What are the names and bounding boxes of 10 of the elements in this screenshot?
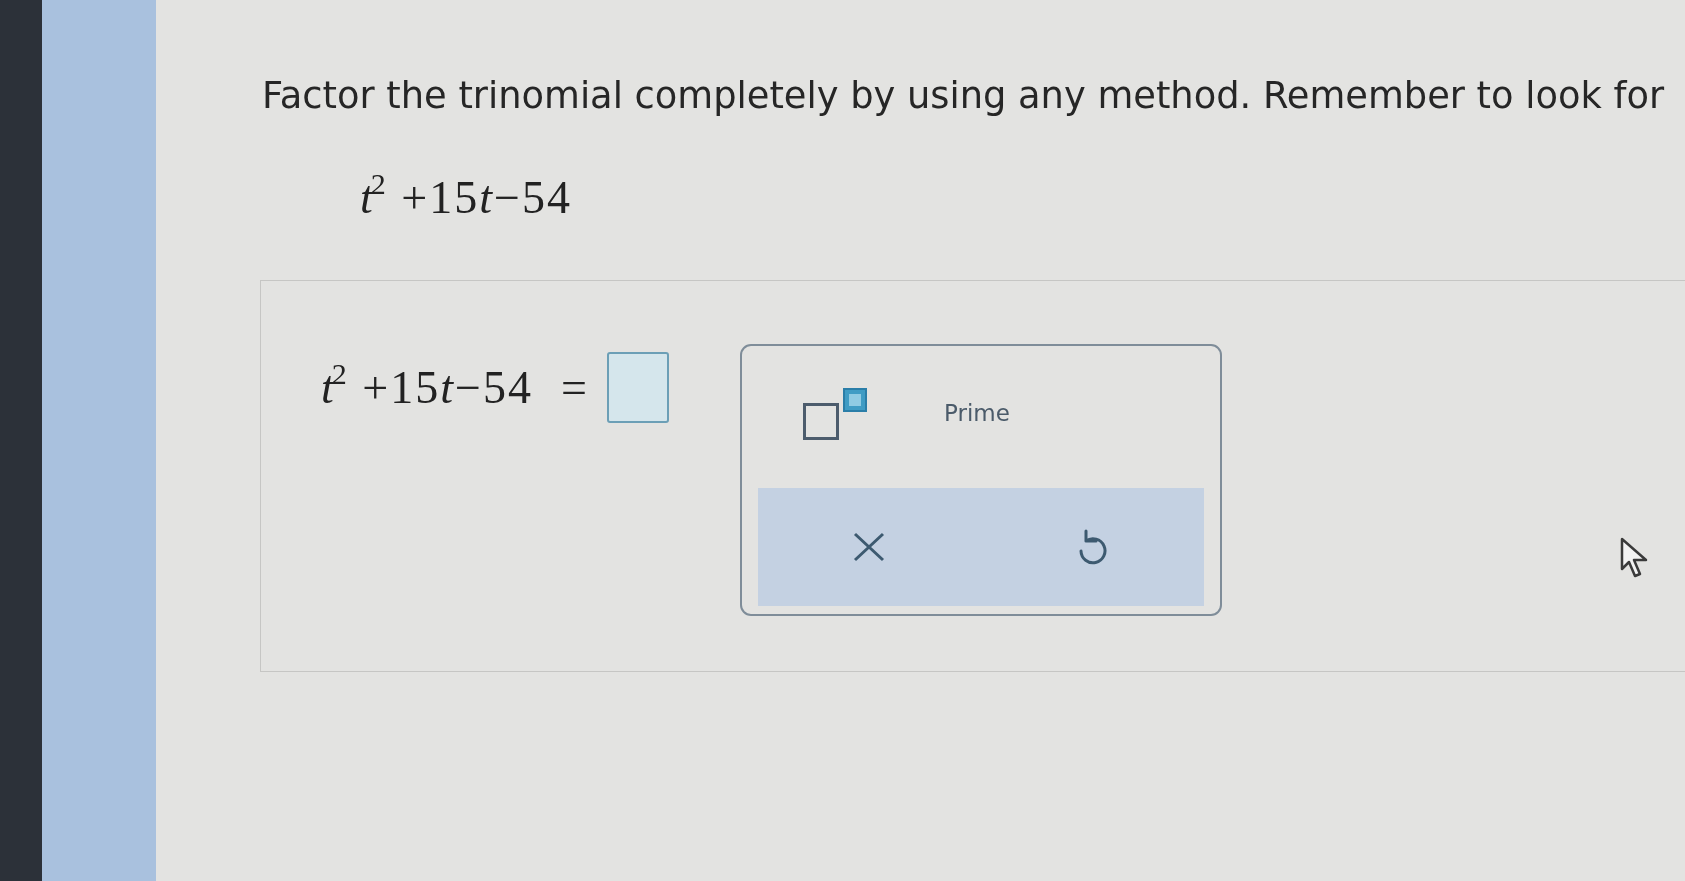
math-expression: t$^{2}$ +15t−54	[360, 171, 572, 224]
undo-icon	[1077, 529, 1108, 565]
pointer-cursor-icon	[1620, 537, 1650, 579]
prime-button[interactable]: Prime	[911, 366, 1042, 462]
math-expression: t$^{2}$ +15t−54	[321, 361, 533, 414]
instruction-text: Factor the trinomial completely by using any method. Remember to look for	[261, 74, 1665, 117]
answer-field[interactable]	[606, 352, 669, 423]
superscript-icon	[802, 388, 867, 440]
equals-sign: =	[560, 361, 587, 414]
cross-icon	[853, 532, 886, 562]
